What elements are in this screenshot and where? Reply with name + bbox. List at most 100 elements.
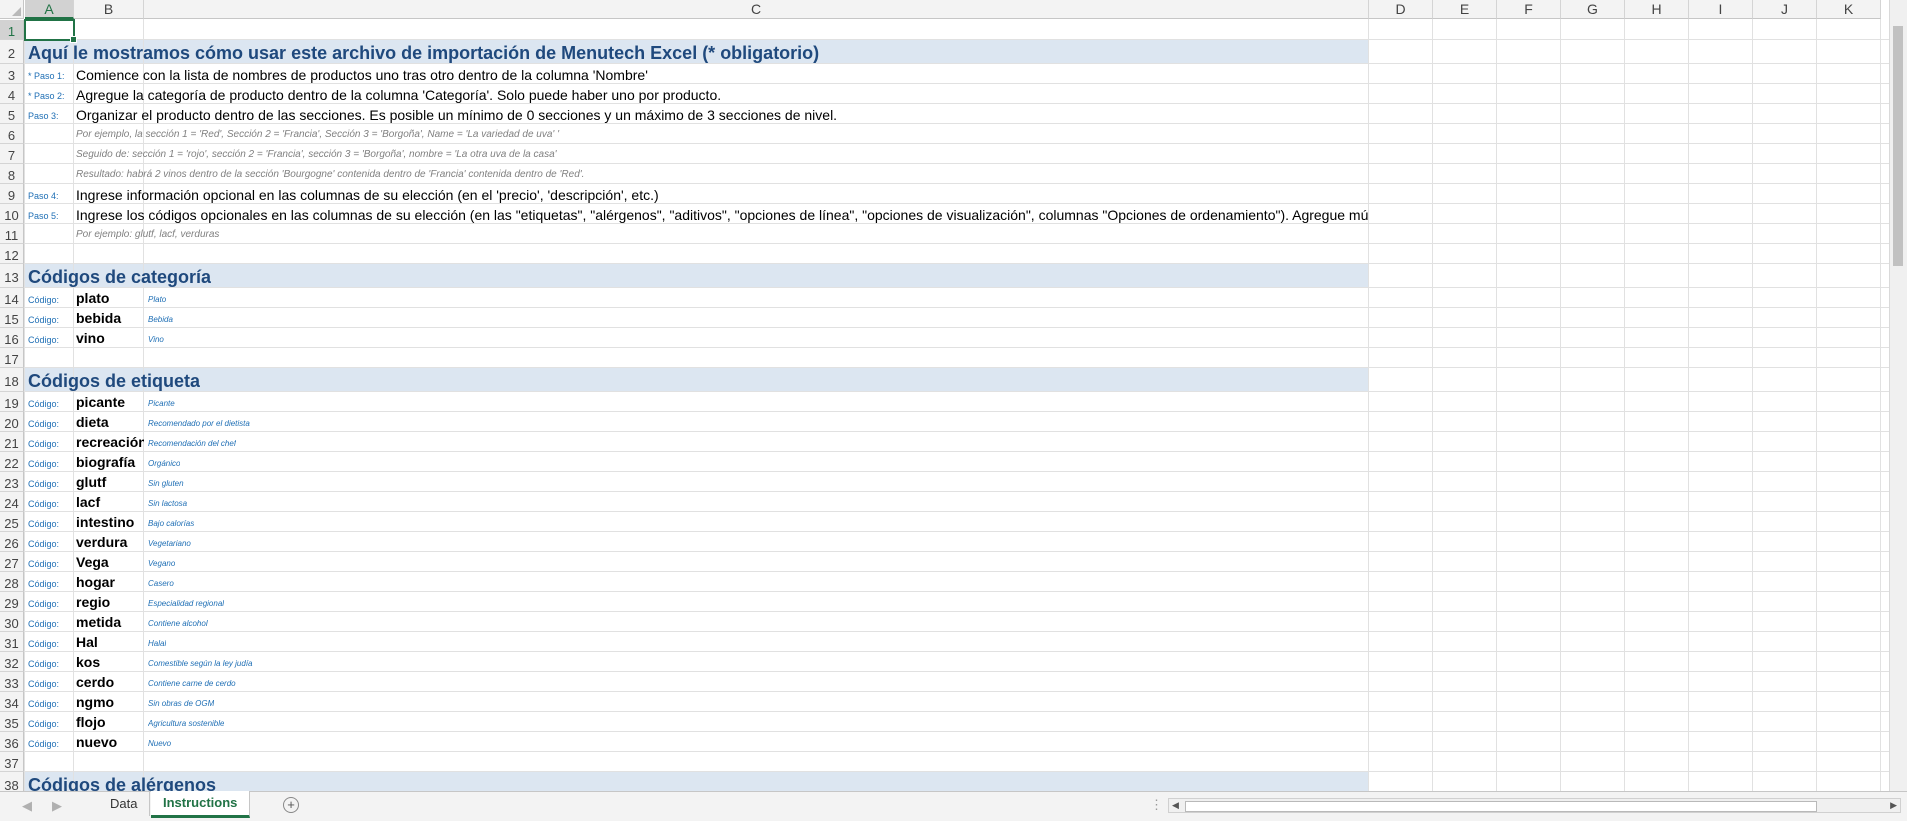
column-gridline [1432,19,1433,791]
code-description: Nuevo [148,739,172,748]
plus-circle-icon[interactable]: + [283,797,299,813]
code-value: intestino [76,514,135,530]
step-instruction: Agregue la categoría de producto dentro … [76,87,722,103]
row-header[interactable]: 25 [0,512,24,532]
column-gridline [1752,19,1753,791]
code-value: recreación [76,434,144,450]
row-header[interactable]: 29 [0,592,24,612]
code-value: Vega [76,554,109,570]
row-header[interactable]: 16 [0,328,24,348]
code-value: ngmo [76,694,115,710]
sheet-tab-data[interactable]: Data [98,792,151,816]
row-header[interactable]: 10 [0,204,24,224]
column-header-e[interactable]: E [1433,0,1497,19]
column-gridline [1816,19,1817,791]
code-value: flojo [76,714,106,730]
vertical-dots-icon[interactable]: ⋮ [1150,797,1163,813]
sheet-tab-bar: ◀ ▶ Data Instructions + ⋮ ◀ ▶ [0,791,1907,821]
code-value: regio [76,594,111,610]
code-value: plato [76,290,110,306]
row-header[interactable]: 34 [0,692,24,712]
code-value: glutf [76,474,107,490]
row-header[interactable]: 13 [0,264,24,288]
column-header-a[interactable]: A [25,0,74,19]
code-value: metida [76,614,122,630]
step-label: Paso 3: [28,111,59,121]
column-header-i[interactable]: I [1689,0,1753,19]
row-header[interactable]: 37 [0,752,24,772]
row-header[interactable]: 1 [0,20,24,40]
column-gridline [1688,19,1689,791]
example-note: Resultado: habrá 2 vinos dentro de la se… [76,169,585,180]
code-label: Código: [28,335,60,345]
row-header[interactable]: 26 [0,532,24,552]
row-header[interactable]: 33 [0,672,24,692]
row-header[interactable]: 28 [0,572,24,592]
row-header[interactable]: 36 [0,732,24,752]
triangle-right-icon[interactable]: ▶ [1890,800,1897,811]
row-header[interactable]: 11 [0,224,24,244]
row-header[interactable]: 3 [0,64,24,84]
column-gridline [1560,19,1561,791]
sheet-tab-instructions[interactable]: Instructions [151,791,251,818]
code-value: hogar [76,574,115,590]
row-header[interactable]: 23 [0,472,24,492]
row-header[interactable]: 35 [0,712,24,732]
row-header[interactable]: 27 [0,552,24,572]
column-header-k[interactable]: K [1817,0,1881,19]
row-header[interactable]: 4 [0,84,24,104]
column-header-j[interactable]: J [1753,0,1817,19]
column-gridline [1880,19,1881,791]
row-header[interactable]: 5 [0,104,24,124]
row-header[interactable]: 38 [0,772,24,791]
code-value: lacf [76,494,101,510]
row-header[interactable]: 18 [0,368,24,392]
horizontal-scroll-thumb[interactable] [1185,801,1817,812]
row-header[interactable]: 31 [0,632,24,652]
row-header[interactable]: 12 [0,244,24,264]
example-note: Por ejemplo, la sección 1 = 'Red', Secci… [76,129,560,140]
row-header[interactable]: 32 [0,652,24,672]
section-title: Códigos de alérgenos [28,775,217,791]
row-header[interactable]: 30 [0,612,24,632]
code-value: Hal [76,634,98,650]
example-note: Por ejemplo: glutf, lacf, verduras [76,229,220,240]
row-header[interactable]: 9 [0,184,24,204]
code-value: biografía [76,454,136,470]
spreadsheet-grid[interactable]: ABCDEFGHIJK 1 2 3 4 5 6 7 8 9 10 11 12 13 14 15 16 17 18 1… [0,0,1907,791]
row-header[interactable]: 19 [0,392,24,412]
select-all-corner[interactable] [0,0,24,19]
column-gridline [24,19,25,791]
row-header[interactable]: 20 [0,412,24,432]
column-header-c[interactable]: C [144,0,1369,19]
code-value: dieta [76,414,109,430]
row-header[interactable]: 15 [0,308,24,328]
row-header[interactable]: 7 [0,144,24,164]
triangle-left-icon[interactable]: ◀ [22,798,32,814]
column-header-b[interactable]: B [74,0,144,19]
column-gridline [1496,19,1497,791]
row-header[interactable]: 14 [0,288,24,308]
column-header-g[interactable]: G [1561,0,1625,19]
row-header[interactable]: 22 [0,452,24,472]
column-header-d[interactable]: D [1369,0,1433,19]
vertical-scroll-thumb[interactable] [1893,26,1903,266]
triangle-left-icon[interactable]: ◀ [1172,800,1179,811]
row-header[interactable]: 2 [0,40,24,64]
horizontal-scrollbar[interactable]: ◀ ▶ [1168,798,1901,813]
row-header[interactable]: 21 [0,432,24,452]
vertical-scrollbar[interactable] [1889,0,1907,791]
active-cell-selection[interactable] [24,19,77,43]
step-instruction: Organizar el producto dentro de las secc… [76,107,838,123]
code-value: vino [76,330,105,346]
row-header[interactable]: 17 [0,348,24,368]
row-header[interactable]: 8 [0,164,24,184]
row-header[interactable]: 6 [0,124,24,144]
section-header-band [25,264,1369,288]
row-header[interactable]: 24 [0,492,24,512]
triangle-right-icon[interactable]: ▶ [52,798,62,814]
section-title: Códigos de etiqueta [28,371,201,391]
code-value: kos [76,654,101,670]
column-header-h[interactable]: H [1625,0,1689,19]
column-header-f[interactable]: F [1497,0,1561,19]
